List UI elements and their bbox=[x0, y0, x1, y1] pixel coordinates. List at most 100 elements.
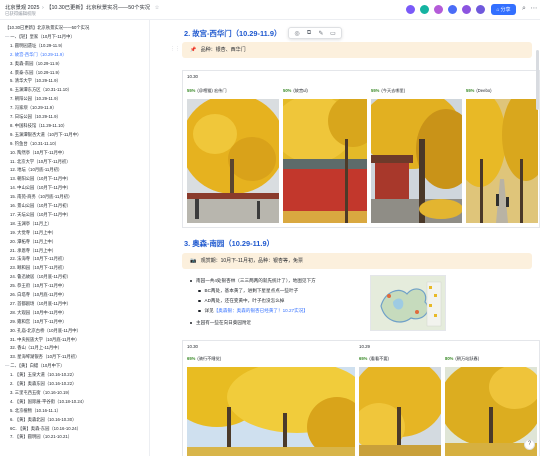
outline-item[interactable]: 18. 玉渊亭（11月上） bbox=[10, 220, 52, 228]
outline-label: 21. 承恩寺（11月上中） bbox=[10, 247, 57, 253]
outline-item[interactable]: 26. 白塔寺（10月底-11月中） bbox=[10, 291, 67, 299]
outline-item[interactable]: 1. 【黄】玉泉大道（10.16-10.22） bbox=[10, 371, 76, 379]
photo-ginkgo-aosen-1[interactable] bbox=[187, 367, 355, 456]
outline-item[interactable]: 15. 南苑-商务（10月底-11月初） bbox=[10, 193, 72, 201]
outline-item[interactable]: 16. 景山公园（10月下-11月初） bbox=[10, 202, 71, 210]
outline-label: 一、【轻】皇家（10月下-11月中） bbox=[10, 33, 75, 39]
callout-varieties: 📌 品种：银杏、西华门 bbox=[182, 42, 532, 58]
outline-label: 4. 【黄】国际展-平谷街（10.18-10.24） bbox=[10, 398, 87, 404]
outline-item[interactable]: 27. 首都剧场（10月底-11月中） bbox=[10, 300, 71, 308]
outline-item[interactable]: 7. 日坛公园（10.29-11.9） bbox=[10, 113, 61, 121]
callout-text: 品种：银杏、西华门 bbox=[200, 47, 246, 53]
edit-icon[interactable]: ✎ bbox=[317, 30, 326, 37]
outline-item[interactable]: 7. 冯家坝（10.29-11.9） bbox=[10, 104, 57, 112]
photo-date: 10.30 bbox=[187, 344, 198, 349]
outline-item[interactable]: 22. 法海寺（10月下-11月初） bbox=[10, 255, 67, 263]
avatar[interactable] bbox=[447, 4, 458, 15]
outline-label: 17. 天坛公园（10月下-11月中） bbox=[10, 211, 71, 217]
outline-item[interactable]: 10. 陶然亭（10月下-11月中） bbox=[10, 149, 67, 157]
outline-item[interactable]: 5. 清华大学（10.29-11.9） bbox=[10, 77, 61, 85]
drag-handle-icon[interactable]: ⋮⋮ bbox=[170, 46, 180, 52]
outline-item[interactable]: 12. 地坛（10月底-11月初） bbox=[10, 166, 62, 174]
outline-item[interactable]: 6C. 【黄】奥森-东园（10.16-10.24） bbox=[10, 425, 81, 433]
outline-item[interactable]: 25. 恭王府（10月下-11月中） bbox=[10, 282, 67, 290]
outline-item[interactable]: 24. 鲁迅故居（10月底-11月初） bbox=[10, 273, 71, 281]
outline-item[interactable]: 4. 【黄】国际展-平谷街（10.18-10.24） bbox=[10, 398, 86, 406]
photo-ginkgo-palace-2[interactable] bbox=[283, 99, 367, 223]
photo-ginkgo-palace-1[interactable] bbox=[187, 99, 279, 223]
camera-icon: 📷 bbox=[190, 258, 197, 264]
outline-label: 10. 陶然亭（10月下-11月中） bbox=[10, 149, 67, 155]
outline-item[interactable]: 2. 故宫-西华门（10.29-11.9） bbox=[10, 51, 67, 59]
collaborator-avatars[interactable] bbox=[405, 4, 486, 15]
avatar[interactable] bbox=[405, 4, 416, 15]
outline-label: 7. 【黄】圆明园（10.21-10.21） bbox=[10, 434, 73, 440]
outline-item[interactable]: 2. 【黄】奥森东园（10.16-10.22） bbox=[10, 380, 76, 388]
photo-ginkgo-palace-4[interactable] bbox=[466, 99, 538, 223]
outline-item[interactable]: 9. 钓鱼台（10.31-11.10） bbox=[10, 140, 59, 148]
breadcrumb: 北京景观 2025 › 【10.30已更新】北京秋景实况——50个实况 ☆ bbox=[5, 3, 159, 11]
outline-item[interactable]: 30. 孔庙-北京古桥（10月底-11月中） bbox=[10, 327, 81, 335]
outline-item[interactable]: 14. 中山公园（10月下-11月中） bbox=[10, 184, 71, 192]
outline-label: 19. 大觉寺（11月上中） bbox=[10, 229, 57, 235]
outline-item[interactable]: 28. 大观园（10月中-11月中） bbox=[10, 309, 67, 317]
callout-text: 观赏期：10月下-11月初，品种：银杏等，免票 bbox=[200, 258, 304, 264]
outline-item[interactable]: 32. 香山（11月上-11月中） bbox=[10, 344, 62, 352]
avatar[interactable] bbox=[419, 4, 430, 15]
map-image[interactable] bbox=[370, 275, 446, 331]
search-icon[interactable]: ⌕ bbox=[520, 5, 528, 13]
outline-item[interactable]: 3. 三里屯西五街（10.16-10.19） bbox=[10, 389, 72, 397]
outline-item[interactable]: 21. 承恩寺（11月上中） bbox=[10, 247, 56, 255]
outline-item[interactable]: 13. 朝阳公园（10月下-11月中） bbox=[10, 175, 71, 183]
help-icon[interactable]: ? bbox=[524, 439, 535, 450]
share-label: 分享 bbox=[500, 7, 511, 13]
outline-item[interactable]: 9. 玉渊潭银杏大道（10月下-11月中） bbox=[10, 131, 81, 139]
outline-item[interactable]: 19. 大觉寺（11月上中） bbox=[10, 229, 56, 237]
outline-title[interactable]: 【10.30已更新】北京秋景实况——50个实况 bbox=[5, 24, 89, 32]
doc-link[interactable]: 【奥森银：奥森的银杏已经黄了！10.27实况】 bbox=[214, 308, 308, 313]
outline-item[interactable]: 7. 【黄】圆明园（10.21-10.21） bbox=[10, 433, 72, 441]
outline-item[interactable]: 1. 圆明园遗址（10.29-11.9） bbox=[10, 42, 65, 50]
outline-item[interactable]: 4. 景泰-东园（10.29-11.9） bbox=[10, 69, 62, 77]
callout-viewing-period: 📷 观赏期：10月下-11月初，品种：银杏等，免票 bbox=[182, 253, 532, 269]
outline-item[interactable]: 7. 朝阳公园（10.29-11.9） bbox=[10, 95, 61, 103]
outline-group[interactable]: —一、【轻】皇家（10月下-11月中） bbox=[5, 33, 75, 41]
outline-item[interactable]: 3. 奥森-南园（10.29-11.9） bbox=[10, 60, 62, 68]
outline-item[interactable]: 33. 星海琴湖银杏（10月下-11月初） bbox=[10, 353, 79, 361]
outline-label: 23. 颐和园（10月下-11月初） bbox=[10, 265, 67, 271]
outline-item[interactable]: 8. 中国科技馆（11.29-11.10） bbox=[10, 122, 67, 130]
outline-item[interactable]: 23. 颐和园（10月下-11月初） bbox=[10, 264, 67, 272]
collapse-icon[interactable]: — bbox=[5, 34, 9, 39]
outline-item[interactable]: 6. 【黄】奥森北园（10.16-10.30） bbox=[10, 416, 76, 424]
outline-label: 27. 首都剧场（10月底-11月中） bbox=[10, 300, 71, 306]
outline-item[interactable]: 6. 玉渊潭东方区（10.31-11.10） bbox=[10, 86, 72, 94]
copy-icon[interactable]: ⧉ bbox=[305, 30, 314, 37]
outline-label: 14. 中山公园（10月下-11月中） bbox=[10, 185, 71, 191]
outline-label: 6. 玉渊潭东方区（10.31-11.10） bbox=[10, 87, 72, 93]
collapse-icon[interactable]: — bbox=[5, 363, 9, 368]
outline-label: 25. 恭王府（10月下-11月中） bbox=[10, 283, 67, 289]
outline-item[interactable]: 20. 潭柘寺（11月上中） bbox=[10, 238, 56, 246]
outline-item[interactable]: 11. 北京大学（10月下-11月初） bbox=[10, 158, 71, 166]
photo-ginkgo-aosen-2[interactable] bbox=[359, 367, 441, 456]
more-icon[interactable]: ⋯ bbox=[530, 5, 538, 13]
bullet-item: 南园一共4处银杏林（三三两两的就先统计了），地图见下方 bbox=[190, 278, 316, 284]
scrollbar[interactable] bbox=[536, 50, 539, 110]
avatar[interactable] bbox=[475, 4, 486, 15]
share-button[interactable]: ⌂ 分享 bbox=[491, 4, 516, 15]
outline-item[interactable]: 31. 中央民族大学（10月底-11月中） bbox=[10, 336, 79, 344]
permission-note: 已获得编辑权限 bbox=[5, 11, 36, 16]
pin-icon[interactable]: ☆ bbox=[155, 5, 160, 11]
outline-item[interactable]: 29. 雍和宫（10月下-11月中） bbox=[10, 318, 67, 326]
outline-label: 7. 朝阳公园（10.29-11.9） bbox=[10, 96, 61, 102]
outline-item[interactable]: 17. 天坛公园（10月下-11月中） bbox=[10, 211, 71, 219]
avatar[interactable] bbox=[433, 4, 444, 15]
comment-icon[interactable]: ◎ bbox=[293, 30, 302, 37]
outline-group[interactable]: —二、【黄】白蜡（10月中下） bbox=[5, 362, 65, 370]
bullet-text: AD两处，还在变黄中，叶子也没怎么掉 bbox=[204, 298, 285, 303]
photo-ginkgo-palace-3[interactable] bbox=[371, 99, 462, 223]
outline-label: 13. 朝阳公园（10月下-11月中） bbox=[10, 176, 71, 182]
avatar[interactable] bbox=[461, 4, 472, 15]
more-icon[interactable]: ▭ bbox=[329, 30, 338, 37]
outline-item[interactable]: 5. 北京植物（10.16-11.1） bbox=[10, 407, 61, 415]
